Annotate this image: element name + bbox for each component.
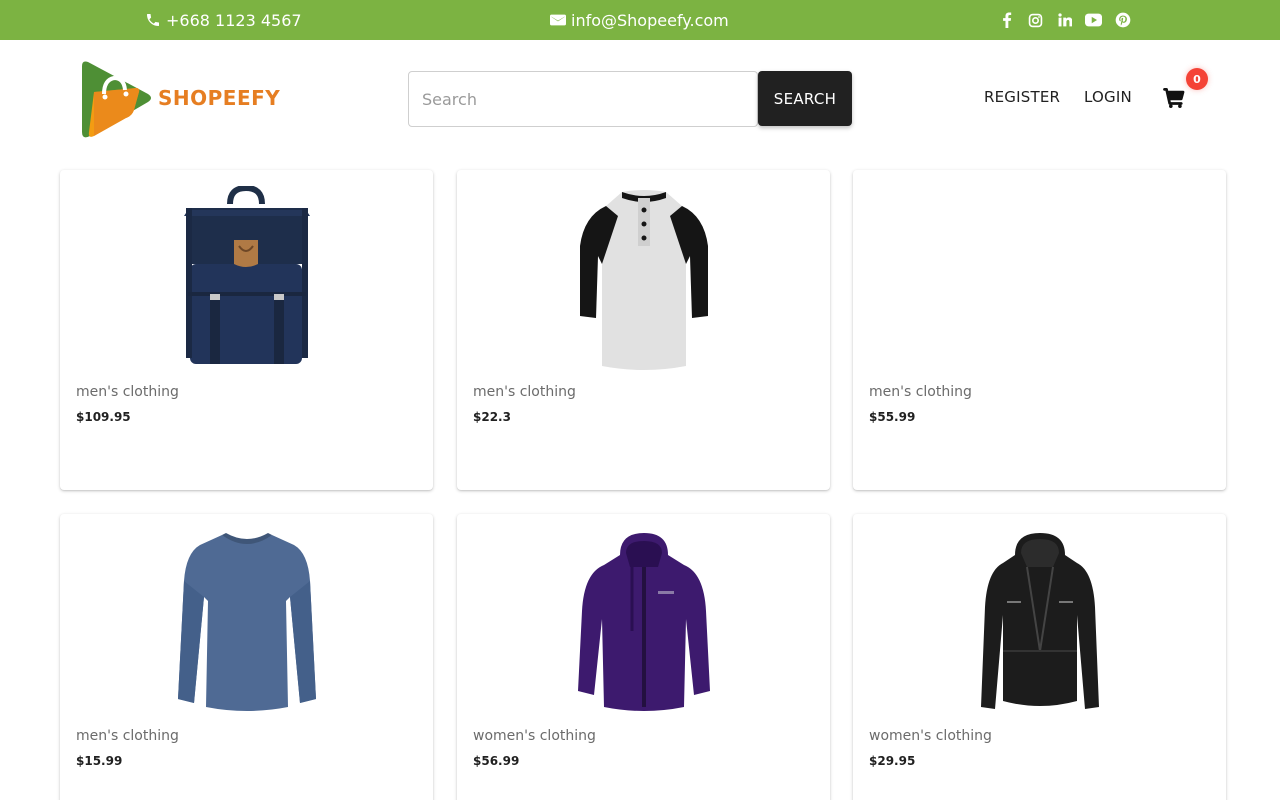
search-input[interactable] <box>408 71 758 127</box>
product-category: men's clothing <box>869 384 972 400</box>
youtube-icon[interactable] <box>1085 12 1102 29</box>
product-card[interactable]: men's clothing $22.3 <box>457 170 830 490</box>
raglan-tshirt-image <box>579 190 708 370</box>
product-price: $109.95 <box>76 410 131 424</box>
product-image <box>60 528 433 718</box>
email-text: info@Shopeefy.com <box>571 10 729 30</box>
product-category: men's clothing <box>76 384 179 400</box>
backpack-image <box>183 186 310 364</box>
product-card[interactable]: men's clothing $109.95 <box>60 170 433 490</box>
product-image <box>457 184 830 374</box>
product-card[interactable]: men's clothing $55.99 <box>853 170 1226 490</box>
top-bar: +668 1123 4567 info@Shopeefy.com <box>0 0 1280 40</box>
product-price: $22.3 <box>473 410 511 424</box>
facebook-icon[interactable] <box>998 12 1015 29</box>
logo-icon <box>80 60 158 144</box>
login-link[interactable]: LOGIN <box>1084 88 1132 106</box>
product-card[interactable]: men's clothing $15.99 <box>60 514 433 800</box>
pinterest-icon[interactable] <box>1114 12 1131 29</box>
register-link[interactable]: REGISTER <box>984 88 1060 106</box>
shopeefy-logo[interactable]: SHOPEEFY <box>80 60 280 144</box>
phone-contact[interactable]: +668 1123 4567 <box>145 0 302 40</box>
phone-text: +668 1123 4567 <box>166 10 302 30</box>
product-image <box>853 528 1226 718</box>
instagram-icon[interactable] <box>1027 12 1044 29</box>
product-card[interactable]: women's clothing $56.99 <box>457 514 830 800</box>
long-sleeve-shirt-image <box>177 533 316 711</box>
product-image <box>853 184 1226 374</box>
product-price: $29.95 <box>869 754 916 768</box>
product-category: women's clothing <box>869 728 992 744</box>
email-contact[interactable]: info@Shopeefy.com <box>550 0 729 40</box>
product-image <box>457 528 830 718</box>
product-card[interactable]: women's clothing $29.95 <box>853 514 1226 800</box>
leather-jacket-image <box>980 533 1099 709</box>
envelope-icon <box>550 13 566 27</box>
product-category: women's clothing <box>473 728 596 744</box>
search-button[interactable]: SEARCH <box>758 71 852 126</box>
product-category: men's clothing <box>473 384 576 400</box>
cart-icon[interactable] <box>1163 88 1185 110</box>
product-price: $15.99 <box>76 754 123 768</box>
logo-text: SHOPEEFY <box>158 86 281 110</box>
product-price: $56.99 <box>473 754 520 768</box>
phone-icon <box>145 12 161 28</box>
product-image <box>60 184 433 374</box>
product-category: men's clothing <box>76 728 179 744</box>
cart-count-badge: 0 <box>1186 68 1208 90</box>
purple-jacket-image <box>577 533 710 711</box>
linkedin-icon[interactable] <box>1056 12 1073 29</box>
product-price: $55.99 <box>869 410 916 424</box>
social-links <box>998 0 1131 40</box>
